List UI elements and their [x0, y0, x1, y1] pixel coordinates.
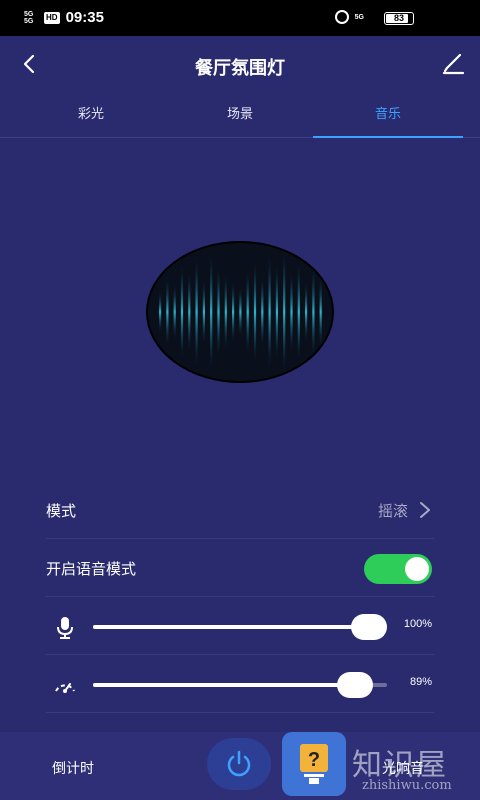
hd-badge: HD — [44, 11, 60, 24]
mic-slider-fill — [93, 625, 369, 629]
watermark: 知识屋 zhishiwu.com — [344, 738, 480, 796]
wave-bar — [232, 282, 235, 342]
wave-bar — [173, 284, 176, 340]
wave-bar — [195, 257, 198, 367]
wave-bar — [268, 254, 271, 370]
wave-bar — [305, 282, 308, 342]
status-bar: 5G 5G HD 09:35 5G 83 — [0, 0, 480, 36]
wave-bar — [166, 277, 169, 347]
toggle-knob — [405, 557, 429, 581]
mic-slider-row: 100% — [46, 598, 434, 655]
tab-bar: 彩光 场景 音乐 — [0, 94, 480, 138]
wave-bar — [159, 292, 162, 332]
help-badge: ? — [282, 732, 346, 796]
power-button[interactable] — [207, 738, 271, 790]
wave-bar — [253, 259, 257, 365]
voice-mode-toggle[interactable] — [364, 554, 432, 584]
wave-bar — [261, 277, 264, 347]
mic-slider-value: 100% — [403, 618, 432, 630]
mic-slider-thumb[interactable] — [351, 614, 387, 640]
signal-label-1: 5G — [24, 10, 34, 18]
signal-label-2: 5G — [24, 17, 34, 25]
status-time: 09:35 — [65, 9, 104, 26]
wave-bar — [319, 277, 322, 347]
tab-color-light[interactable]: 彩光 — [16, 94, 166, 138]
app-header: 餐厅氛围灯 — [0, 36, 480, 94]
speed-slider-track[interactable] — [93, 672, 387, 698]
wave-bar — [210, 252, 213, 372]
wave-bar — [188, 272, 191, 352]
svg-text:?: ? — [308, 749, 320, 771]
wave-bar — [297, 262, 300, 362]
wave-bar — [180, 264, 184, 360]
speed-slider-fill — [93, 683, 355, 687]
status-left: 5G 5G HD 09:35 — [24, 9, 104, 26]
right-signal-label: 5G — [354, 13, 364, 21]
watermark-sub: zhishiwu.com — [362, 778, 452, 793]
wave-bar — [224, 274, 227, 350]
wave-bar — [312, 267, 315, 357]
wave-bar — [290, 272, 293, 352]
voice-mode-label: 开启语音模式 — [46, 560, 137, 578]
mode-value: 摇滚 — [377, 502, 408, 520]
speed-slider-thumb[interactable] — [336, 672, 373, 698]
voice-mode-row: 开启语音模式 — [46, 540, 434, 597]
edit-icon[interactable] — [440, 51, 466, 77]
bottom-bar: 倒计时 ? 光响音 知识屋 zhishiwu.com — [0, 732, 480, 800]
wave-bar — [283, 249, 286, 375]
wave-bar — [275, 264, 278, 360]
status-right: 5G — [334, 10, 364, 24]
speed-slider-row: 89% — [46, 656, 434, 713]
sound-wave-icon — [146, 241, 334, 383]
wave-bar — [246, 269, 249, 355]
help-question-icon: ? — [300, 744, 328, 784]
sound-wave-visual — [145, 240, 335, 385]
speed-slider-value: 89% — [409, 676, 432, 688]
battery-level: 83 — [393, 13, 404, 23]
signal-icon: 5G 5G — [24, 11, 38, 25]
chevron-right-icon — [420, 502, 430, 518]
mic-slider-track[interactable] — [93, 614, 387, 640]
mode-row[interactable]: 模式 摇滚 — [46, 482, 434, 539]
battery-icon: 83 — [384, 12, 414, 25]
wave-bar — [202, 279, 205, 345]
wave-bar — [239, 287, 242, 337]
wave-bar — [217, 267, 220, 357]
countdown-button[interactable]: 倒计时 — [52, 758, 94, 778]
power-icon — [227, 750, 251, 777]
tab-music[interactable]: 音乐 — [313, 94, 463, 138]
alarm-icon — [334, 10, 349, 24]
speedometer-icon — [55, 683, 75, 693]
tab-scene[interactable]: 场景 — [165, 94, 315, 138]
page-title: 餐厅氛围灯 — [195, 58, 285, 79]
mode-label: 模式 — [46, 502, 77, 520]
microphone-icon — [57, 617, 73, 639]
